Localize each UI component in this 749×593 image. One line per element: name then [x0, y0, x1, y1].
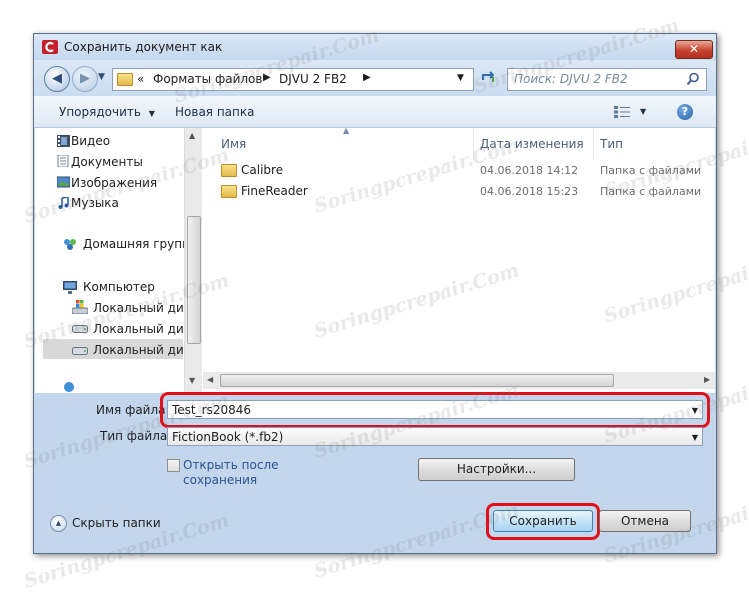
sidebar-item-pictures[interactable]: Изображения	[71, 176, 157, 190]
file-date: 04.06.2018 15:23	[480, 185, 579, 198]
nav-pane-scrollbar[interactable]: ▲ ▼	[184, 128, 202, 393]
file-list: ▲ Имя Дата изменения Тип Calibre 04.06.2…	[215, 126, 715, 393]
address-bar[interactable]: « Форматы файлов ▶ DJVU 2 FB2 ▶ ▼	[112, 68, 474, 91]
cancel-button[interactable]: Отмена	[599, 510, 691, 532]
filename-highlight	[160, 392, 710, 428]
sidebar-item-documents[interactable]: Документы	[71, 155, 143, 169]
close-button[interactable]: ✕	[675, 40, 713, 59]
view-dropdown-icon[interactable]: ▼	[640, 107, 646, 116]
scroll-up-icon[interactable]: ▲	[189, 131, 195, 140]
breadcrumb-separator-icon[interactable]: ▶	[263, 72, 271, 83]
file-name: Calibre	[241, 163, 284, 177]
scroll-left-icon[interactable]: ◀	[207, 375, 213, 384]
sidebar-item-local-disk-e[interactable]: Локальный диск	[93, 343, 198, 357]
filetype-label: Тип файла:	[100, 429, 172, 443]
breadcrumb-prefix[interactable]: «	[137, 72, 144, 86]
refresh-icon[interactable]	[480, 71, 496, 85]
recent-pages-dropdown-icon[interactable]: ▼	[98, 72, 105, 82]
column-header-type[interactable]: Тип	[600, 137, 623, 151]
hscroll-thumb[interactable]	[220, 374, 614, 387]
file-date: 04.06.2018 14:12	[480, 164, 579, 177]
filetype-value: FictionBook (*.fb2)	[172, 430, 284, 444]
organize-label: Упорядочить	[59, 105, 141, 119]
breadcrumb-formats[interactable]: Форматы файлов	[153, 72, 262, 86]
file-type: Папка с файлами	[600, 164, 702, 177]
sidebar-item-local-disk-d[interactable]: Локальный диск	[93, 322, 198, 336]
breadcrumb-djvu2fb2[interactable]: DJVU 2 FB2	[279, 72, 347, 86]
sidebar-item-computer[interactable]: Компьютер	[83, 280, 155, 294]
organize-menu[interactable]: Упорядочить ▼	[59, 105, 155, 119]
window-title: Сохранить документ как	[64, 40, 223, 54]
scroll-right-icon[interactable]: ▶	[704, 375, 710, 384]
documents-icon	[57, 155, 69, 167]
folder-icon	[117, 73, 133, 86]
scroll-down-icon[interactable]: ▼	[189, 376, 195, 385]
column-divider	[473, 130, 474, 158]
sidebar-item-music[interactable]: Музыка	[71, 196, 119, 210]
title-bar: Сохранить документ как ✕	[34, 34, 716, 60]
folder-icon	[221, 164, 237, 177]
settings-button[interactable]: Настройки...	[418, 458, 575, 481]
back-button[interactable]: ◀	[44, 66, 70, 92]
sidebar-item-homegroup[interactable]: Домашняя группа	[83, 237, 197, 251]
collapse-icon[interactable]: ▲	[50, 515, 67, 532]
video-icon	[57, 135, 70, 147]
filename-label: Имя файла:	[96, 403, 170, 417]
view-options-icon[interactable]	[614, 106, 630, 118]
open-after-checkbox[interactable]	[167, 459, 180, 472]
forward-button[interactable]: ▶	[72, 66, 98, 92]
table-row[interactable]: FineReader 04.06.2018 15:23 Папка с файл…	[215, 181, 715, 201]
address-dropdown-icon[interactable]: ▼	[457, 73, 464, 83]
new-folder-button[interactable]: Новая папка	[175, 105, 254, 119]
pictures-icon	[57, 176, 70, 188]
homegroup-icon	[64, 239, 76, 250]
folder-icon	[221, 185, 237, 198]
help-icon[interactable]: ?	[677, 104, 693, 120]
navigation-bar: ◀ ▶ ▼ « Форматы файлов ▶ DJVU 2 FB2 ▶ ▼ …	[34, 60, 716, 96]
column-header-name[interactable]: Имя	[221, 137, 246, 151]
windows-drive-icon	[72, 300, 88, 314]
save-dialog: Сохранить документ как ✕ ◀ ▶ ▼ « Форматы…	[33, 33, 717, 554]
chevron-down-icon: ▼	[148, 109, 155, 118]
file-name: FineReader	[241, 184, 308, 198]
content-area: Видео Документы Изображения Музыка Домаш…	[35, 126, 715, 393]
search-box[interactable]: Поиск: DJVU 2 FB2	[507, 68, 707, 91]
sort-ascending-icon: ▲	[343, 126, 350, 135]
column-header-date[interactable]: Дата изменения	[480, 137, 584, 151]
hide-folders-link[interactable]: Скрыть папки	[72, 516, 161, 530]
app-logo-icon	[42, 40, 58, 54]
open-after-label-line2[interactable]: сохранения	[183, 473, 257, 487]
network-icon	[64, 382, 74, 392]
open-after-label-line1[interactable]: Открыть после	[183, 458, 279, 472]
search-icon[interactable]	[686, 72, 700, 86]
navigation-pane: Видео Документы Изображения Музыка Домаш…	[35, 128, 202, 393]
drive-icon	[72, 325, 88, 333]
sidebar-item-local-disk-c[interactable]: Локальный диск	[93, 301, 198, 315]
filetype-select[interactable]: FictionBook (*.fb2) ▼	[167, 427, 703, 446]
music-icon	[58, 197, 69, 209]
computer-icon	[63, 281, 77, 294]
file-list-hscrollbar[interactable]: ◀ ▶	[203, 372, 715, 389]
sidebar-item-video[interactable]: Видео	[71, 134, 110, 148]
command-toolbar: Упорядочить ▼ Новая папка ▼ ?	[34, 96, 716, 128]
search-input[interactable]: Поиск: DJVU 2 FB2	[514, 72, 628, 86]
nav-scroll-thumb[interactable]	[187, 216, 201, 344]
drive-icon	[72, 347, 88, 355]
save-highlight	[486, 503, 600, 540]
breadcrumb-chevron-icon[interactable]: ▶	[363, 72, 371, 83]
filetype-dropdown-icon[interactable]: ▼	[692, 428, 698, 447]
table-row[interactable]: Calibre 04.06.2018 14:12 Папка с файлами	[215, 160, 715, 180]
file-type: Папка с файлами	[600, 185, 702, 198]
column-divider	[593, 130, 594, 158]
